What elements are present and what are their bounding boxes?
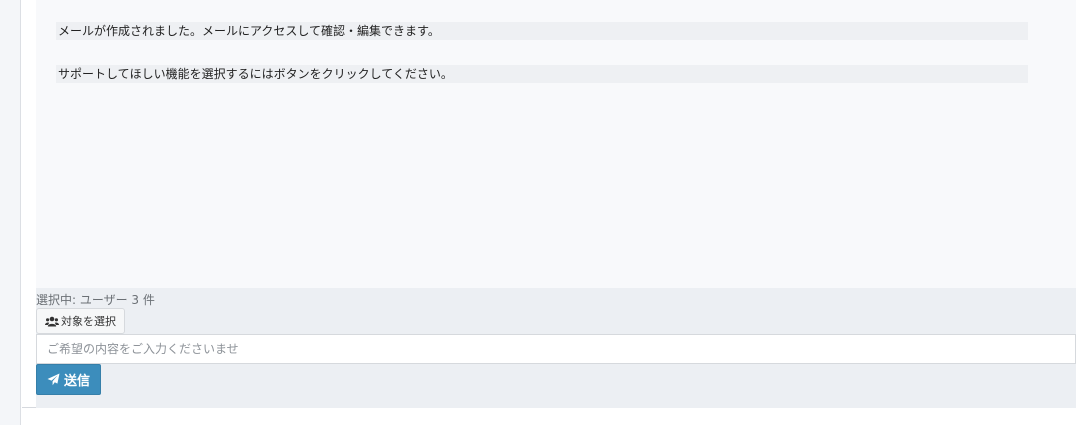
select-target-button[interactable]: 対象を選択 xyxy=(36,308,125,334)
message-input[interactable] xyxy=(36,334,1076,364)
send-button[interactable]: 送信 xyxy=(36,364,102,395)
users-icon xyxy=(45,316,59,327)
message-item: メールが作成されました。メールにアクセスして確認・編集できます。 xyxy=(56,22,1028,40)
selected-count-label: 選択中: ユーザー 3 件 xyxy=(36,293,155,307)
select-target-label: 対象を選択 xyxy=(61,315,116,328)
chat-panel: メールが作成されました。メールにアクセスして確認・編集できます。 サポートしてほ… xyxy=(22,0,1076,408)
chat-page: メールが作成されました。メールにアクセスして確認・編集できます。 サポートしてほ… xyxy=(0,0,1076,425)
left-sidebar-rail xyxy=(0,0,21,425)
message-composer: 選択中: ユーザー 3 件 対象を選択 ご希望の内容をご入力くださいませ 送信 xyxy=(36,288,1076,408)
message-item: サポートしてほしい機能を選択するにはボタンをクリックしてください。 xyxy=(56,65,1028,83)
message-list: メールが作成されました。メールにアクセスして確認・編集できます。 サポートしてほ… xyxy=(36,0,1076,288)
send-button-label: 送信 xyxy=(64,374,91,389)
paper-plane-icon xyxy=(47,373,60,386)
